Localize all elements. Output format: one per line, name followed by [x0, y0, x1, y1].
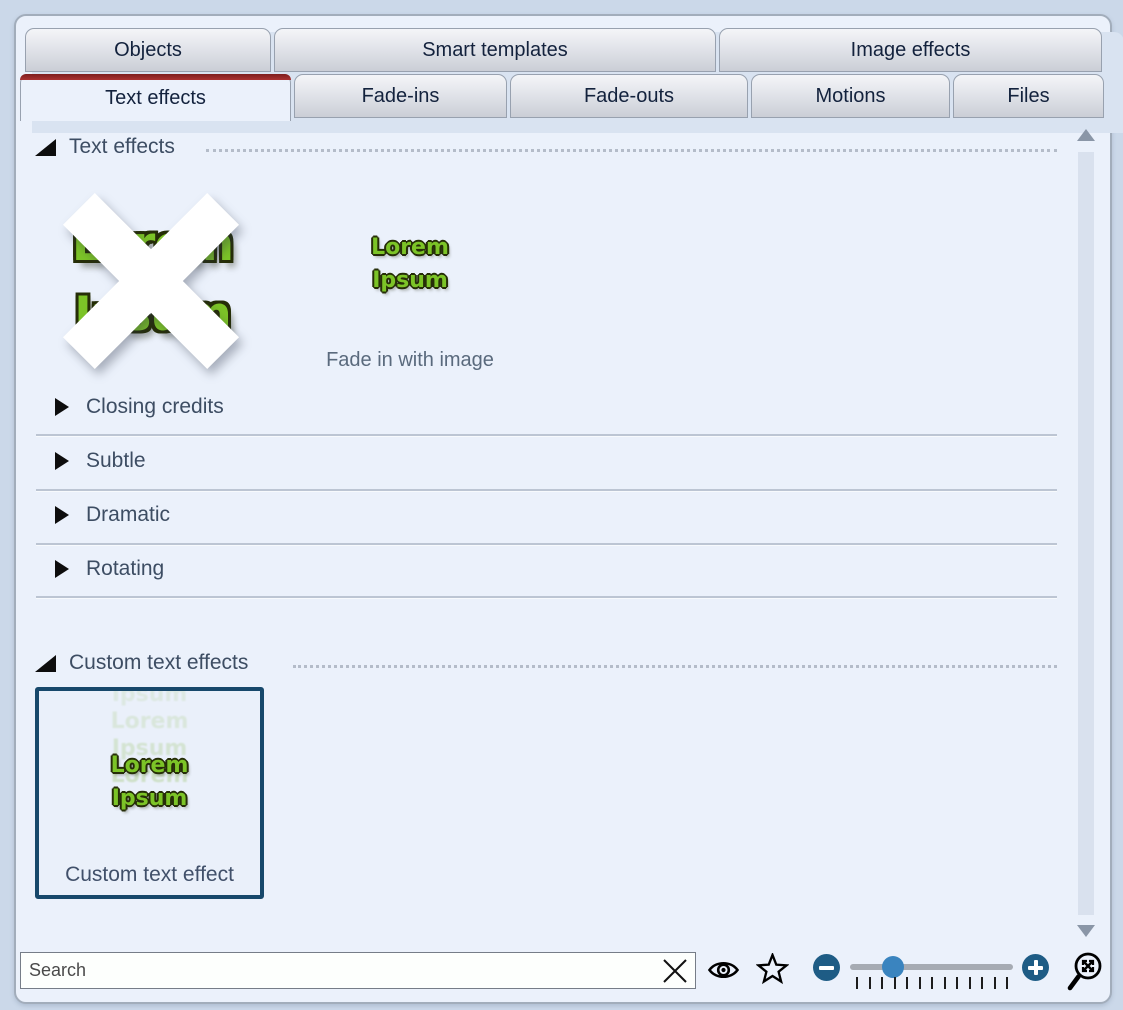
- tab-objects[interactable]: Objects: [25, 28, 271, 72]
- scrollbar-thumb[interactable]: [1078, 152, 1094, 915]
- card-caption: Custom text effect: [39, 863, 260, 887]
- magnifier-reset-icon[interactable]: [1064, 950, 1106, 994]
- search-input[interactable]: [21, 953, 659, 988]
- effect-preview-text: Lorem Ipsum: [39, 749, 260, 815]
- tab-motions[interactable]: Motions: [751, 74, 950, 118]
- collapsed-triangle-icon: [55, 398, 69, 416]
- zoom-slider-ticks: [856, 977, 1008, 990]
- tab-image-effects-label: Image effects: [851, 39, 971, 62]
- group-header-rotating[interactable]: Rotating: [55, 556, 164, 582]
- collapsed-triangle-icon: [55, 452, 69, 470]
- tab-smart-templates[interactable]: Smart templates: [274, 28, 716, 72]
- tab-text-effects[interactable]: Text effects: [20, 74, 291, 121]
- group-header-subtle[interactable]: Subtle: [55, 448, 146, 474]
- group-header-dramatic[interactable]: Dramatic: [55, 502, 170, 528]
- section-title: Text effects: [69, 135, 175, 159]
- tab-objects-label: Objects: [114, 39, 182, 62]
- zoom-out-button[interactable]: [813, 954, 840, 981]
- clear-search-icon[interactable]: [661, 957, 689, 985]
- group-title: Dramatic: [86, 503, 170, 527]
- group-title: Closing credits: [86, 395, 224, 419]
- zoom-in-button[interactable]: [1022, 954, 1049, 981]
- tab-image-effects[interactable]: Image effects: [719, 28, 1102, 72]
- divider: [36, 434, 1057, 437]
- section-header-text-effects[interactable]: Text effects: [35, 134, 175, 160]
- tab-text-effects-label: Text effects: [105, 87, 206, 110]
- tab-fade-ins-label: Fade-ins: [362, 85, 440, 108]
- collapsed-triangle-icon: [55, 560, 69, 578]
- tab-files[interactable]: Files: [953, 74, 1104, 118]
- divider: [36, 596, 1057, 599]
- divider: [36, 489, 1057, 492]
- tab-files-label: Files: [1007, 85, 1049, 108]
- star-icon[interactable]: [756, 953, 789, 986]
- tab-fade-outs[interactable]: Fade-outs: [510, 74, 748, 118]
- thumbnail-caption: Fade in with image: [312, 349, 508, 372]
- zoom-slider-thumb[interactable]: [882, 956, 904, 978]
- group-header-closing-credits[interactable]: Closing credits: [55, 394, 224, 420]
- no-effect-x-icon[interactable]: [76, 206, 226, 356]
- section-header-custom-text-effects[interactable]: Custom text effects: [35, 650, 248, 676]
- scroll-up-arrow-icon[interactable]: [1077, 129, 1095, 141]
- collapsed-triangle-icon: [55, 506, 69, 524]
- section-title: Custom text effects: [69, 651, 248, 675]
- group-title: Rotating: [86, 557, 164, 581]
- minus-icon: [819, 966, 834, 970]
- search-box: [20, 952, 696, 989]
- dotted-leader-line: [293, 665, 1057, 668]
- tab-fade-ins[interactable]: Fade-ins: [294, 74, 507, 118]
- group-title: Subtle: [86, 449, 146, 473]
- eye-icon[interactable]: [707, 958, 740, 982]
- dotted-leader-line: [206, 149, 1057, 152]
- effect-preview-text: Lorem Ipsum: [312, 231, 508, 297]
- expanded-triangle-icon: [35, 655, 56, 672]
- zoom-slider-track[interactable]: [850, 964, 1013, 970]
- expanded-triangle-icon: [35, 139, 56, 156]
- tab-motions-label: Motions: [815, 85, 885, 108]
- tab-smart-templates-label: Smart templates: [422, 39, 568, 62]
- card-custom-text-effect[interactable]: Ipsum Lorem Ipsum Lorem Lorem Ipsum Cust…: [35, 687, 264, 899]
- tab-fade-outs-label: Fade-outs: [584, 85, 674, 108]
- scroll-down-arrow-icon[interactable]: [1077, 925, 1095, 937]
- divider: [36, 543, 1057, 546]
